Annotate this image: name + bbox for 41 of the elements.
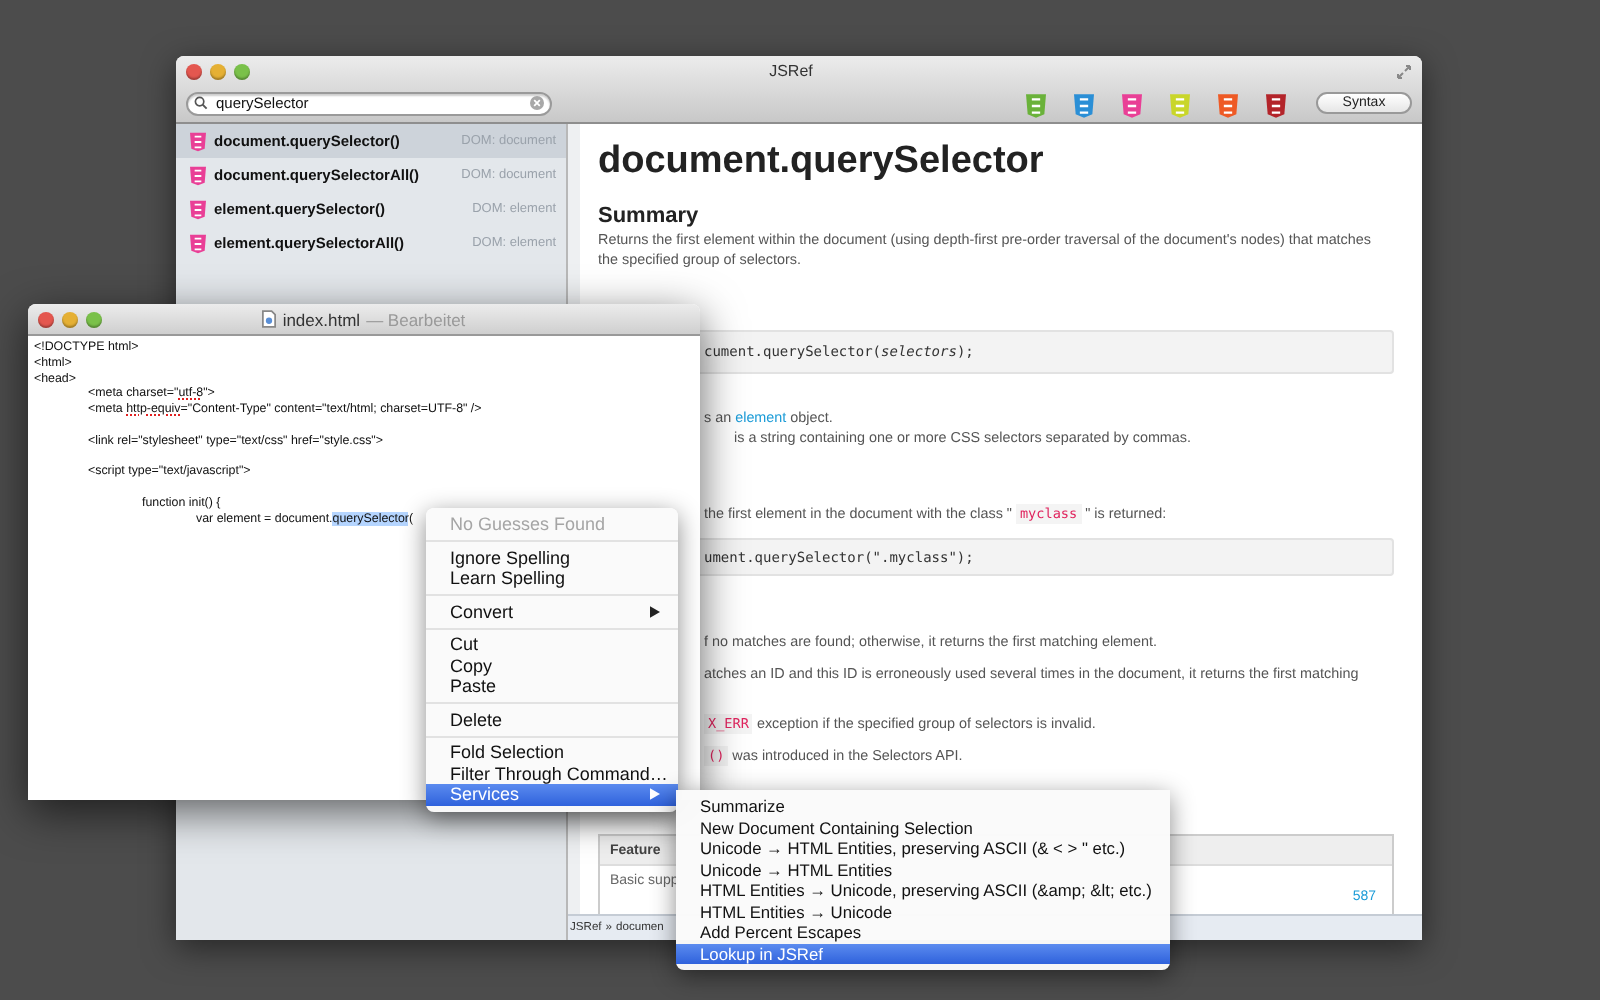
- zoom-button[interactable]: [86, 311, 102, 327]
- close-button[interactable]: [38, 311, 54, 327]
- menu-item[interactable]: Delete: [426, 709, 678, 730]
- search-icon: [194, 96, 208, 110]
- menu-item[interactable]: Unicode → HTML Entities, preserving ASCII (& < > " etc.): [676, 838, 1170, 859]
- menu-item[interactable]: Unicode → HTML Entities: [676, 859, 1170, 880]
- shield-icon[interactable]: [1122, 93, 1142, 117]
- menu-item[interactable]: Summarize: [676, 796, 1170, 817]
- shield-icon: [190, 131, 206, 151]
- shield-icon[interactable]: [1266, 93, 1286, 117]
- menu-item[interactable]: New Document Containing Selection: [676, 817, 1170, 838]
- section-heading: Summary: [598, 204, 701, 230]
- close-button[interactable]: [186, 63, 202, 79]
- menu-item[interactable]: Cut: [426, 634, 678, 655]
- menu-item[interactable]: Paste: [426, 676, 678, 697]
- menu-item[interactable]: Services: [426, 784, 678, 805]
- zoom-button[interactable]: [234, 63, 250, 79]
- minimize-button[interactable]: [62, 311, 78, 327]
- window-title: index.html: [282, 309, 361, 329]
- page-title: document.querySelector: [598, 140, 1046, 184]
- menu-item[interactable]: HTML Entities → Unicode: [676, 901, 1170, 922]
- menu-item[interactable]: Fold Selection: [426, 742, 678, 763]
- shield-icon[interactable]: [1074, 93, 1094, 117]
- submenu-arrow-icon: [650, 788, 660, 801]
- submenu-arrow-icon: [650, 605, 660, 618]
- shield-icon: [190, 165, 206, 185]
- fullscreen-icon[interactable]: [1396, 63, 1412, 79]
- clear-icon[interactable]: [530, 96, 544, 110]
- edit-status: — Bearbeitet: [366, 309, 466, 329]
- shield-icon: [190, 199, 206, 219]
- menu-item[interactable]: Filter Through Command…: [426, 763, 678, 784]
- shield-icon[interactable]: [1218, 93, 1238, 117]
- minimize-button[interactable]: [210, 63, 226, 79]
- menu-item[interactable]: Add Percent Escapes: [676, 922, 1170, 943]
- menu-item[interactable]: Copy: [426, 655, 678, 676]
- menu-item[interactable]: Lookup in JSRef: [676, 943, 1170, 964]
- shield-icon: [190, 233, 206, 253]
- menu-item[interactable]: Convert: [426, 601, 678, 622]
- window-title: JSRef: [767, 62, 815, 80]
- menu-item[interactable]: HTML Entities → Unicode, preserving ASCII (&amp; &lt; etc.): [676, 880, 1170, 901]
- document-icon: [262, 310, 277, 328]
